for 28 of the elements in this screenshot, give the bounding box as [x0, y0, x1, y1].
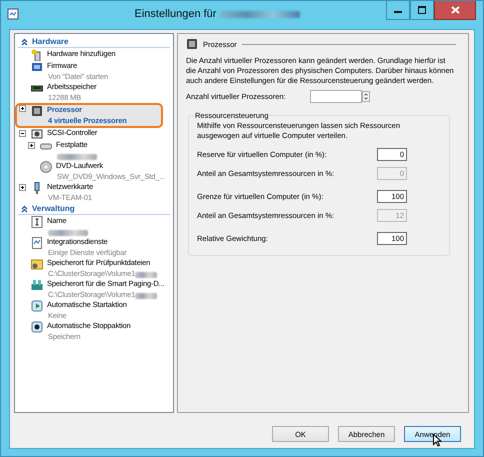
drive-icon: [31, 279, 43, 291]
controller-icon: [31, 128, 43, 140]
processor-icon: [31, 105, 43, 117]
folder-icon: [31, 258, 43, 270]
text-field-icon: [31, 216, 43, 228]
app-icon: [7, 8, 19, 20]
chip-icon: [31, 61, 43, 73]
minimize-button[interactable]: [386, 1, 410, 20]
expand-toggle[interactable]: [28, 142, 35, 149]
disc-icon: [40, 161, 52, 173]
play-icon: [31, 300, 43, 312]
collapse-chevron-icon[interactable]: [21, 204, 28, 212]
maximize-button[interactable]: [410, 1, 434, 20]
window-title: Einstellungen für: [134, 8, 216, 20]
processor-icon: [186, 38, 198, 50]
close-button[interactable]: [434, 1, 476, 20]
expand-toggle[interactable]: [19, 184, 26, 191]
collapse-toggle[interactable]: [19, 130, 26, 137]
hardware-icon: [31, 49, 43, 61]
section-header[interactable]: Hardware: [32, 37, 68, 46]
section-header[interactable]: Verwaltung: [32, 204, 75, 213]
collapse-chevron-icon[interactable]: [21, 38, 28, 46]
maximize-icon: [418, 6, 426, 14]
processor-count-field[interactable]: [310, 90, 362, 103]
close-icon: [450, 6, 460, 14]
stop-icon: [31, 321, 43, 333]
document-icon: [31, 237, 43, 249]
expand-toggle[interactable]: [19, 105, 26, 112]
